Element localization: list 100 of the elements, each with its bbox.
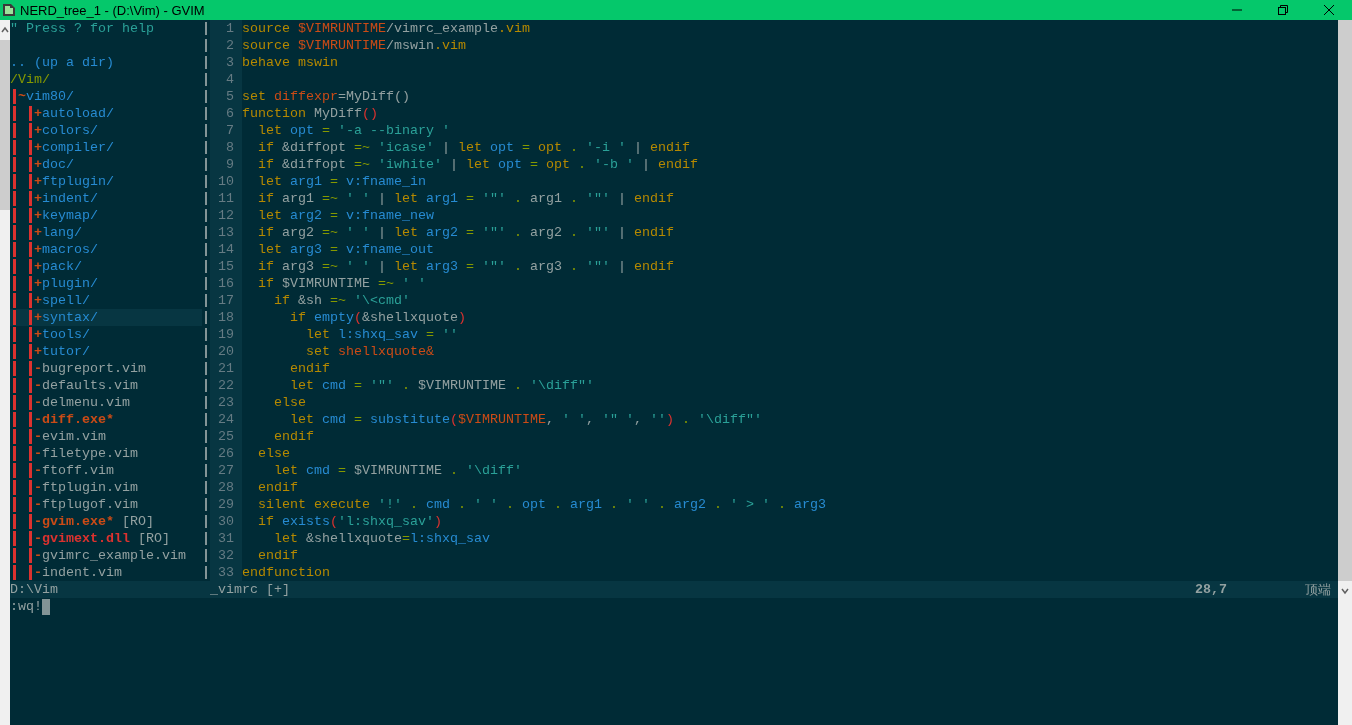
tree-item[interactable]: -filetype.vim xyxy=(10,445,202,462)
code-line: let opt = '-a --binary ' xyxy=(257,122,450,139)
status-file: _vimrc [+] xyxy=(210,581,291,598)
tree-item[interactable]: +tutor/ xyxy=(10,343,202,360)
app-icon xyxy=(2,3,16,17)
line-number: 17 xyxy=(210,292,242,309)
line-number: 16 xyxy=(210,275,242,292)
code-line: if &diffopt =~ 'iwhite' | let opt = opt . '-b ' | endif xyxy=(257,156,698,173)
tree-item[interactable]: +colors/ xyxy=(10,122,202,139)
code-line: source $VIMRUNTIME/vimrc_example.vim xyxy=(242,20,530,37)
code-line: let cmd = '"' . $VIMRUNTIME . '\diff"' xyxy=(289,377,594,394)
restore-icon[interactable] xyxy=(1278,5,1288,15)
tree-item[interactable]: +indent/ xyxy=(10,190,202,207)
line-number: 18 xyxy=(210,309,242,326)
line-number: 6 xyxy=(210,105,242,122)
code-line: if &sh =~ '\<cmd' xyxy=(273,292,410,309)
tree-item[interactable]: -indent.vim xyxy=(10,564,202,581)
tree-item[interactable]: +plugin/ xyxy=(10,275,202,292)
scrollbar[interactable] xyxy=(0,20,10,725)
tree-item[interactable]: -gvimext.dll [RO] xyxy=(10,530,202,547)
tree-item[interactable]: -gvim.exe* [RO] xyxy=(10,513,202,530)
line-number: 25 xyxy=(210,428,242,445)
line-number: 33 xyxy=(210,564,242,581)
line-number: 3 xyxy=(210,54,242,71)
cursor-position: 28,7 xyxy=(1195,581,1228,598)
line-number: 29 xyxy=(210,496,242,513)
line-number: 22 xyxy=(210,377,242,394)
line-number: 27 xyxy=(210,462,242,479)
code-line: endif xyxy=(257,547,298,564)
line-number: 10 xyxy=(210,173,242,190)
code-line: endif xyxy=(257,479,298,496)
line-number: 32 xyxy=(210,547,242,564)
window-title: NERD_tree_1 - (D:\Vim) - GVIM xyxy=(20,2,206,18)
code-line: if arg2 =~ ' ' | let arg2 = '"' . arg2 . '"' | endif xyxy=(257,224,674,241)
code-line: endif xyxy=(273,428,314,445)
line-number: 14 xyxy=(210,241,242,258)
tree-item[interactable]: -bugreport.vim xyxy=(10,360,202,377)
line-number: 31 xyxy=(210,530,242,547)
line-number: 7 xyxy=(210,122,242,139)
tree-item[interactable]: -ftplugin.vim xyxy=(10,479,202,496)
line-number: 11 xyxy=(210,190,242,207)
code-line: if exists('l:shxq_sav') xyxy=(257,513,442,530)
tree-item[interactable]: -defaults.vim xyxy=(10,377,202,394)
line-number: 2 xyxy=(210,37,242,54)
up-dir-link[interactable]: .. (up a dir) xyxy=(10,54,114,71)
line-number: 21 xyxy=(210,360,242,377)
code-line: let &shellxquote=l:shxq_sav xyxy=(273,530,490,547)
tree-item[interactable]: +lang/ xyxy=(10,224,202,241)
tree-item[interactable]: +compiler/ xyxy=(10,139,202,156)
tree-item[interactable]: +pack/ xyxy=(10,258,202,275)
scrollbar-thumb[interactable] xyxy=(1338,20,1352,581)
scroll-down-icon[interactable] xyxy=(1341,587,1349,595)
text-cursor xyxy=(42,598,50,615)
code-line: let cmd = substitute($VIMRUNTIME, ' ', '" ', '') . '\diff"' xyxy=(289,411,762,428)
code-line: let arg1 = v:fname_in xyxy=(257,173,426,190)
tree-item[interactable]: +syntax/ xyxy=(10,309,202,326)
tree-item[interactable]: +ftplugin/ xyxy=(10,173,202,190)
scroll-up-icon[interactable] xyxy=(1,26,9,34)
tree-item[interactable]: -gvimrc_example.vim xyxy=(10,547,202,564)
tree-item[interactable]: +keymap/ xyxy=(10,207,202,224)
code-line: set shellxquote& xyxy=(305,343,434,360)
code-line: let cmd = $VIMRUNTIME . '\diff' xyxy=(273,462,522,479)
line-number: 15 xyxy=(210,258,242,275)
line-number: 13 xyxy=(210,224,242,241)
tree-item[interactable]: -delmenu.vim xyxy=(10,394,202,411)
code-line: set diffexpr=MyDiff() xyxy=(242,88,410,105)
command-text: :wq! xyxy=(10,598,42,615)
code-line: let arg2 = v:fname_new xyxy=(257,207,434,224)
code-line: endfunction xyxy=(242,564,330,581)
code-line: source $VIMRUNTIME/mswin.vim xyxy=(242,37,466,54)
help-hint: " Press ? for help xyxy=(10,20,154,37)
line-number: 28 xyxy=(210,479,242,496)
tree-item[interactable]: -evim.vim xyxy=(10,428,202,445)
code-line: if $VIMRUNTIME =~ ' ' xyxy=(257,275,426,292)
line-number: 9 xyxy=(210,156,242,173)
code-line: else xyxy=(273,394,306,411)
tree-item[interactable]: +tools/ xyxy=(10,326,202,343)
line-number: 5 xyxy=(210,88,242,105)
close-icon[interactable] xyxy=(1324,5,1334,15)
tree-item[interactable]: +autoload/ xyxy=(10,105,202,122)
line-number: 23 xyxy=(210,394,242,411)
scrollbar-thumb[interactable] xyxy=(0,40,10,210)
line-number: 4 xyxy=(210,71,242,88)
line-number: 30 xyxy=(210,513,242,530)
status-path: D:\Vim xyxy=(10,581,59,598)
tree-item[interactable]: +macros/ xyxy=(10,241,202,258)
tree-item[interactable]: -ftplugof.vim xyxy=(10,496,202,513)
tree-root[interactable]: /Vim/ xyxy=(10,71,50,88)
line-number: 26 xyxy=(210,445,242,462)
code-line: if empty(&shellxquote) xyxy=(289,309,466,326)
tree-item[interactable]: -diff.exe* xyxy=(10,411,202,428)
code-line: let arg3 = v:fname_out xyxy=(257,241,434,258)
code-line: endif xyxy=(289,360,330,377)
code-line: else xyxy=(257,445,290,462)
tree-item[interactable]: +doc/ xyxy=(10,156,202,173)
line-number: 24 xyxy=(210,411,242,428)
scrollbar[interactable] xyxy=(1338,20,1352,725)
tree-item[interactable]: +spell/ xyxy=(10,292,202,309)
tree-item[interactable]: ~vim80/ xyxy=(10,88,202,105)
tree-item[interactable]: -ftoff.vim xyxy=(10,462,202,479)
